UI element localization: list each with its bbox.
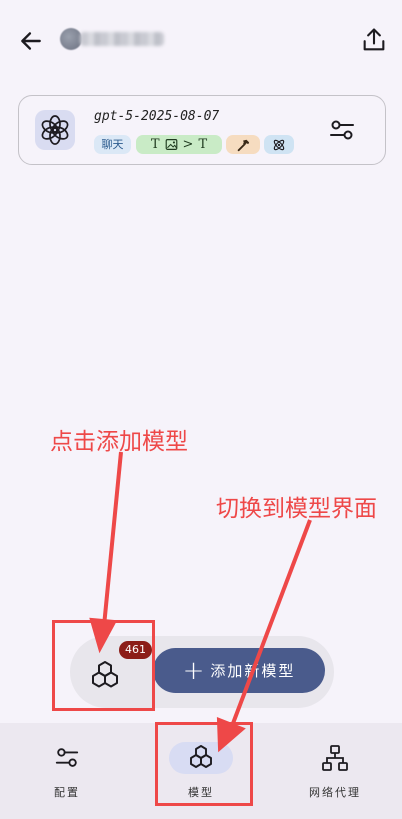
- nav-item-proxy[interactable]: 网络代理: [268, 723, 402, 819]
- input-modality-text: T: [150, 137, 160, 152]
- annotation-switch-view: 切换到模型界面: [216, 496, 377, 522]
- annotation-box-models: [52, 620, 155, 711]
- nav-item-config[interactable]: 配置: [0, 723, 134, 819]
- nav-proxy-label: 网络代理: [309, 786, 361, 799]
- tool-tag: [226, 135, 260, 154]
- model-name: gpt-5-2025-08-07: [94, 109, 220, 124]
- annotation-click-add: 点击添加模型: [50, 429, 188, 455]
- hammer-icon: [237, 139, 250, 151]
- sliders-icon: [35, 742, 99, 774]
- reasoning-tag: [264, 135, 294, 154]
- modality-arrow: >: [182, 137, 194, 152]
- add-model-label: 添加新模型: [210, 662, 296, 680]
- plus-icon: +: [182, 655, 205, 686]
- avatar: [60, 28, 82, 50]
- sliders-icon[interactable]: [328, 116, 356, 144]
- share-icon[interactable]: [360, 26, 388, 54]
- add-model-button[interactable]: + 添加新模型: [153, 648, 325, 693]
- blurred-title: [80, 32, 164, 46]
- back-arrow-icon[interactable]: [18, 28, 44, 54]
- modality-tag: T > T: [136, 135, 222, 154]
- nav-config-label: 配置: [54, 786, 80, 799]
- openai-logo-icon: [35, 110, 75, 150]
- annotation-box-nav: [155, 722, 253, 806]
- output-modality-text: T: [198, 137, 208, 152]
- image-icon: [165, 139, 177, 150]
- network-icon: [303, 742, 367, 774]
- atom-icon: [273, 139, 285, 150]
- chat-tag: 聊天: [94, 135, 131, 154]
- annotation-arrow-1: [102, 451, 123, 627]
